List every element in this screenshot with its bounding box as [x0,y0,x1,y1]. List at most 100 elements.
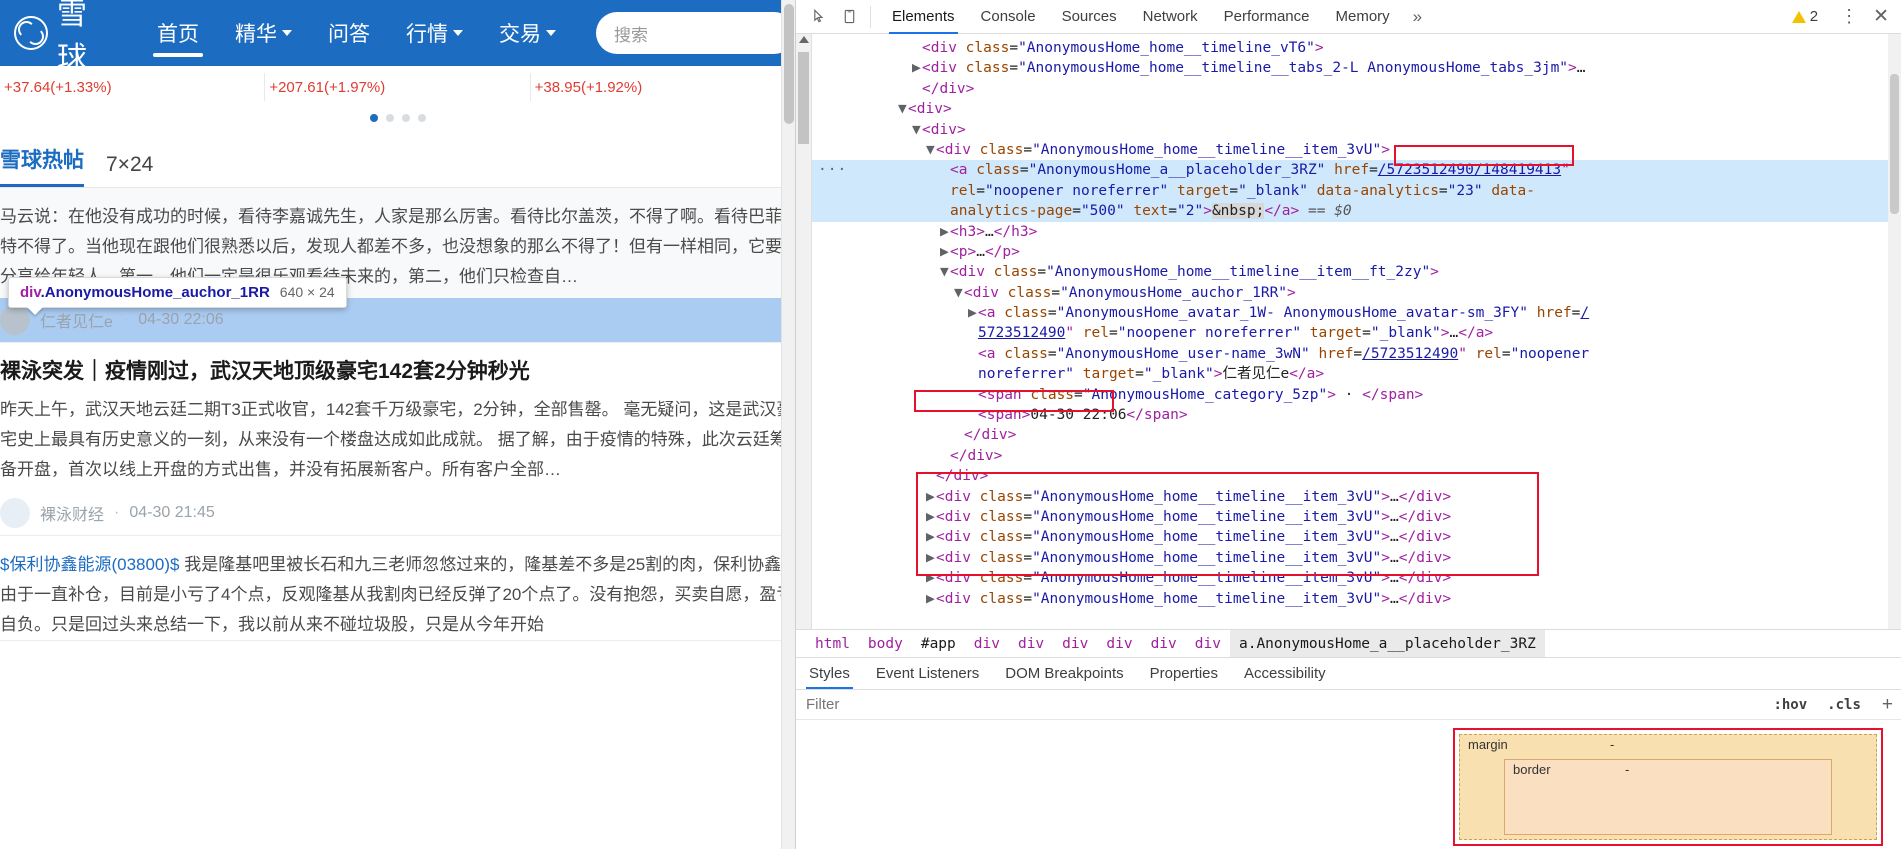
styles-filter-input[interactable] [806,693,1761,716]
dom-node-row[interactable]: ▶<div class="AnonymousHome_home__timelin… [812,527,1901,547]
box-model-border-value: - [1625,762,1630,777]
dom-node-row[interactable]: ▶<div class="AnonymousHome_home__timelin… [812,548,1901,568]
dom-node-row[interactable]: 5723512490" rel="noopener noreferrer" ta… [812,323,1901,343]
breadcrumb-item[interactable]: div [1009,636,1053,652]
dom-scrollbar-thumb[interactable] [1890,74,1899,214]
box-model-margin-label: margin [1468,737,1508,752]
dom-node-row[interactable]: ▼<div> [812,99,1901,119]
scroll-up-icon[interactable] [799,36,809,43]
breadcrumb-item[interactable]: a.AnonymousHome_a__placeholder_3RZ [1229,629,1545,658]
carousel-dot[interactable] [369,114,378,122]
dom-node-row[interactable]: ▶<div class="AnonymousHome_home__timelin… [812,589,1901,609]
tab-accessibility[interactable]: Accessibility [1231,658,1339,689]
dom-node-row[interactable]: ▶<div class="AnonymousHome_home__timelin… [812,487,1901,507]
dom-node-row[interactable]: <div class="AnonymousHome_home__timeline… [812,38,1901,58]
feed-item[interactable]: 裸泳突发｜疫情刚过，武汉天地顶级豪宅142套2分钟秒光 昨天上午，武汉天地云廷二… [0,343,795,536]
dom-node-row[interactable]: <span>04-30 22:06</span> [812,405,1901,425]
breadcrumb-item[interactable]: div [1053,636,1097,652]
nav-item-label: 行情 [406,23,448,46]
dom-node-row[interactable]: ▶<div class="AnonymousHome_home__timelin… [812,58,1901,78]
dom-gutter-thumb[interactable] [798,52,809,144]
new-style-rule-button[interactable]: + [1874,694,1901,716]
tab-console[interactable]: Console [968,0,1049,34]
dom-node-row[interactable]: ▶<div class="AnonymousHome_home__timelin… [812,568,1901,588]
nav-item-markets[interactable]: 行情 [388,0,481,66]
dom-node-row[interactable]: ▶<div class="AnonymousHome_home__timelin… [812,507,1901,527]
tab-memory[interactable]: Memory [1323,0,1403,34]
class-editor-button[interactable]: .cls [1820,697,1868,713]
avatar[interactable] [0,498,30,528]
dom-node-row[interactable]: rel="noopener noreferrer" target="_blank… [812,180,1901,202]
tab-performance[interactable]: Performance [1211,0,1323,34]
author-name[interactable]: 仁者见仁e [40,308,113,332]
tab-network[interactable]: Network [1130,0,1211,34]
author-name[interactable]: 裸泳财经 [40,501,104,525]
nav-item-featured[interactable]: 精华 [217,0,310,66]
dom-node-row[interactable]: ▶<a class="AnonymousHome_avatar_1W- Anon… [812,303,1901,323]
quote-change[interactable]: +37.64(+1.33%) [0,73,266,101]
nav-item-home[interactable]: 首页 [139,0,217,66]
separator-dot: · [122,311,129,328]
dom-tree[interactable]: <div class="AnonymousHome_home__timeline… [812,34,1901,609]
tab-styles[interactable]: Styles [796,658,863,689]
avatar[interactable] [0,305,30,335]
carousel-dot[interactable] [401,114,410,122]
dom-node-row[interactable]: ▼<div> [812,120,1901,140]
quote-change[interactable]: +207.61(+1.97%) [265,73,531,101]
page-scrollbar[interactable] [781,0,795,849]
dom-node-row[interactable]: noreferrer" target="_blank">仁者见仁e</a> [812,364,1901,384]
warning-indicator[interactable]: 2 [1782,8,1828,25]
tab-sources[interactable]: Sources [1049,0,1130,34]
tab-event-listeners[interactable]: Event Listeners [863,658,992,689]
close-icon[interactable]: ✕ [1871,5,1901,28]
breadcrumb-item[interactable]: div [1097,636,1141,652]
tab-hot-posts[interactable]: 雪球热帖 [0,144,84,187]
tab-properties[interactable]: Properties [1137,658,1231,689]
dom-node-row[interactable]: </div> [812,466,1901,486]
nav-item-qa[interactable]: 问答 [310,0,388,66]
more-tabs-icon[interactable]: » [1403,0,1432,34]
page-scrollbar-thumb[interactable] [784,4,794,124]
breadcrumb-item[interactable]: div [1186,636,1230,652]
dom-node-row[interactable]: </div> [812,79,1901,99]
hover-state-button[interactable]: :hov [1766,697,1814,713]
breadcrumb-item[interactable]: body [859,636,912,652]
nav-item-trade[interactable]: 交易 [481,0,574,66]
breadcrumb-item[interactable]: #app [912,636,965,652]
dom-node-row[interactable]: <span class="AnonymousHome_category_5zp"… [812,385,1901,405]
dom-node-row[interactable]: ▼<div class="AnonymousHome_home__timelin… [812,140,1901,160]
dom-node-row[interactable]: </div> [812,425,1901,445]
main-nav: 首页 精华 问答 行情 交易 [139,0,574,66]
device-toolbar-icon[interactable] [836,5,862,29]
feed-item[interactable]: 马云说：在他没有成功的时候，看待李嘉诚先生，人家是那么厉害。看待比尔盖茨，不得了… [0,188,795,343]
dom-node-row[interactable]: ▼<div class="AnonymousHome_auchor_1RR"> [812,283,1901,303]
breadcrumb-item[interactable]: div [1142,636,1186,652]
dom-node-row[interactable]: <a class="AnonymousHome_user-name_3wN" h… [812,344,1901,364]
tooltip-tag-name: div [20,284,41,301]
feed-item[interactable]: $保利协鑫能源(03800)$ 我是隆基吧里被长石和九三老师忽悠过来的，隆基差不… [0,536,795,641]
tab-7x24[interactable]: 7×24 [106,153,153,187]
dom-node-row[interactable]: ··· <a class="AnonymousHome_a__placehold… [812,160,1901,181]
carousel-dots [0,108,795,132]
tab-elements[interactable]: Elements [879,0,968,34]
breadcrumb-item[interactable]: html [806,636,859,652]
dom-left-gutter[interactable] [796,34,812,629]
carousel-dot[interactable] [417,114,426,122]
carousel-dot[interactable] [385,114,394,122]
feed-title[interactable]: 裸泳突发｜疫情刚过，武汉天地顶级豪宅142套2分钟秒光 [0,357,795,387]
search-input[interactable]: 搜索 [596,12,795,54]
dom-node-row[interactable]: ▼<div class="AnonymousHome_home__timelin… [812,262,1901,282]
inspect-element-icon[interactable] [806,5,832,29]
dom-node-row[interactable]: </div> [812,446,1901,466]
dom-node-row[interactable]: ▶<p>…</p> [812,242,1901,262]
tab-dom-breakpoints[interactable]: DOM Breakpoints [992,658,1136,689]
dom-scrollbar[interactable] [1888,34,1901,629]
devtools-panel: Elements Console Sources Network Perform… [795,0,1901,849]
dom-node-row[interactable]: analytics-page="500" text="2">&nbsp;</a>… [812,201,1901,222]
box-model-diagram[interactable]: margin - border - [1453,728,1883,846]
dom-node-row[interactable]: ▶<h3>…</h3> [812,222,1901,242]
cashtag-link[interactable]: $保利协鑫能源(03800)$ [0,555,180,574]
breadcrumb-item[interactable]: div [965,636,1009,652]
devtools-settings-kebab-icon[interactable]: ⋮ [1828,6,1871,27]
quote-change[interactable]: +38.95(+1.92%) [531,73,795,101]
